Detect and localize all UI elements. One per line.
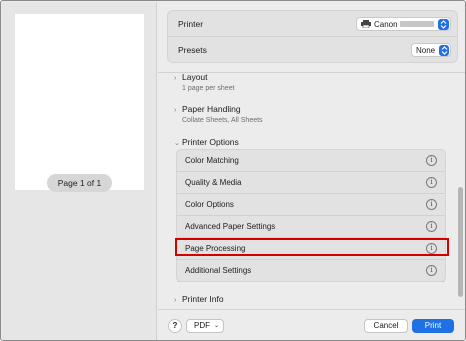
section-paper-handling-summary: Collate Sheets, All Sheets [182,117,263,124]
info-icon[interactable]: i [426,243,437,254]
updown-chevron-icon [438,18,449,30]
section-paper-handling-title: Paper Handling [182,104,241,114]
redacted-printer-name [399,21,434,27]
section-layout-title: Layout [182,72,208,82]
printer-value: Canon [374,19,398,29]
option-label: Color Matching [185,156,239,165]
printer-label: Printer [178,19,204,29]
option-label: Additional Settings [185,266,252,275]
printer-options-list: Color Matching i Quality & Media i Color… [175,149,449,282]
info-icon[interactable]: i [426,221,437,232]
option-additional-settings[interactable]: Additional Settings i [177,260,445,282]
presets-value: None [416,45,436,55]
bottom-bar: ? PDF ⌄ Cancel Print [158,309,465,340]
page-indicator: Page 1 of 1 [47,174,112,192]
chevron-right-icon: › [174,75,177,82]
pdf-label: PDF [194,321,210,330]
presets-row: Presets None [168,37,457,63]
option-label: Advanced Paper Settings [185,222,276,231]
option-color-matching[interactable]: Color Matching i [177,150,445,172]
pdf-menu-button[interactable]: PDF ⌄ [186,319,224,333]
presets-select[interactable]: None [411,43,451,57]
print-button[interactable]: Print [412,319,454,333]
info-icon[interactable]: i [426,155,437,166]
option-label: Quality & Media [185,178,242,187]
option-quality-media[interactable]: Quality & Media i [177,172,445,194]
info-icon[interactable]: i [426,177,437,188]
section-paper-handling[interactable]: › Paper Handling Collate Sheets, All Shee… [174,104,263,124]
preview-pane: Page 1 of 1 [2,2,157,340]
help-button[interactable]: ? [168,319,182,333]
option-label: Color Options [185,200,234,209]
scrollbar-thumb[interactable] [458,187,463,297]
page-preview [15,14,144,190]
printer-icon [361,20,371,28]
chevron-right-icon: › [174,107,177,114]
printer-row: Printer Canon [168,11,457,37]
printer-presets-group: Printer Canon Presets None [167,10,458,63]
section-printer-info[interactable]: › Printer Info [174,294,224,304]
info-icon[interactable]: i [426,199,437,210]
print-dialog: Page 1 of 1 Printer Canon Presets None ›… [0,0,466,341]
option-label: Page Processing [185,244,246,253]
section-printer-info-title: Printer Info [182,294,224,304]
section-printer-options-title: Printer Options [182,137,239,147]
option-advanced-paper-settings[interactable]: Advanced Paper Settings i [177,216,445,238]
printer-select[interactable]: Canon [356,17,451,31]
option-page-processing[interactable]: Page Processing i [177,238,445,260]
updown-chevron-icon [439,44,449,56]
settings-pane: Printer Canon Presets None › Layout 1 pa… [158,2,465,340]
chevron-down-icon: ⌄ [174,140,180,147]
section-layout-summary: 1 page per sheet [182,85,235,92]
presets-label: Presets [178,45,207,55]
section-printer-options[interactable]: ⌄ Printer Options [174,137,239,147]
info-icon[interactable]: i [426,265,437,276]
scrollbar[interactable] [458,77,464,307]
chevron-right-icon: › [174,297,177,304]
section-layout[interactable]: › Layout 1 page per sheet [174,72,235,92]
chevron-down-icon: ⌄ [213,323,219,329]
option-color-options[interactable]: Color Options i [177,194,445,216]
cancel-button[interactable]: Cancel [364,319,408,333]
